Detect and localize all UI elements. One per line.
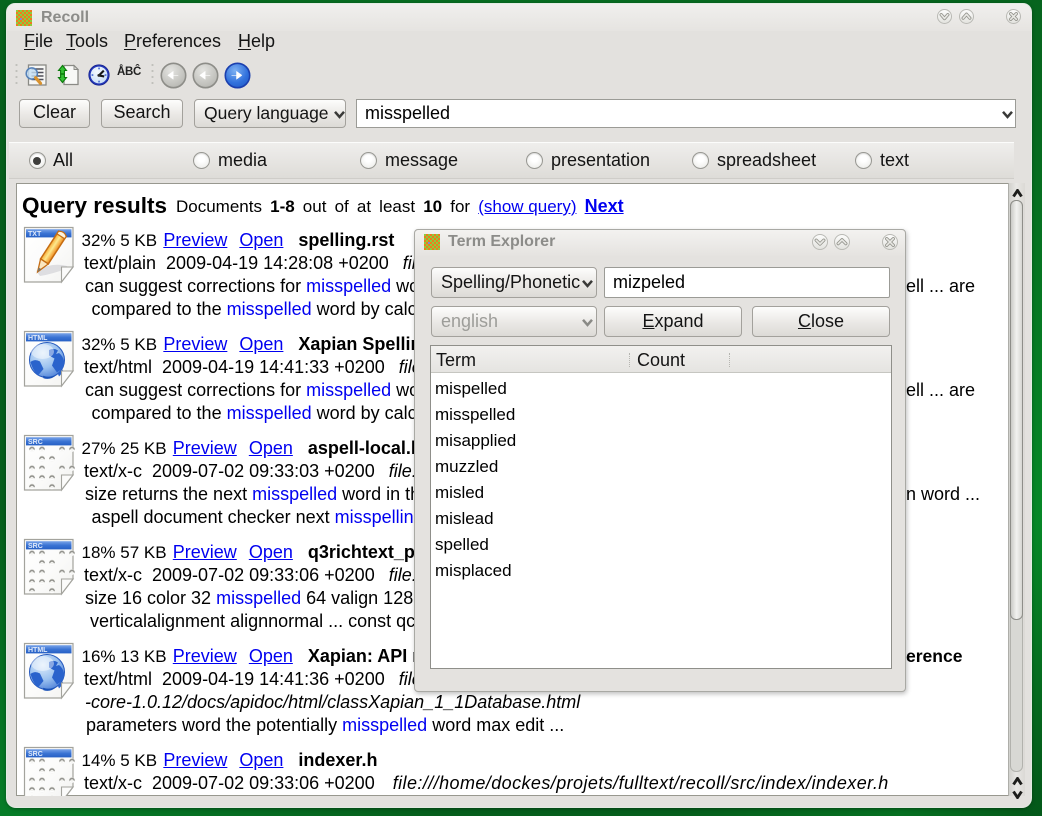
svg-text:SRC: SRC: [28, 439, 43, 446]
svg-text:SRC: SRC: [28, 543, 43, 550]
svg-text:TXT: TXT: [28, 231, 42, 238]
svg-text:SRC: SRC: [28, 751, 43, 758]
svg-text:HTML: HTML: [28, 647, 48, 654]
svg-text:HTML: HTML: [28, 335, 48, 342]
